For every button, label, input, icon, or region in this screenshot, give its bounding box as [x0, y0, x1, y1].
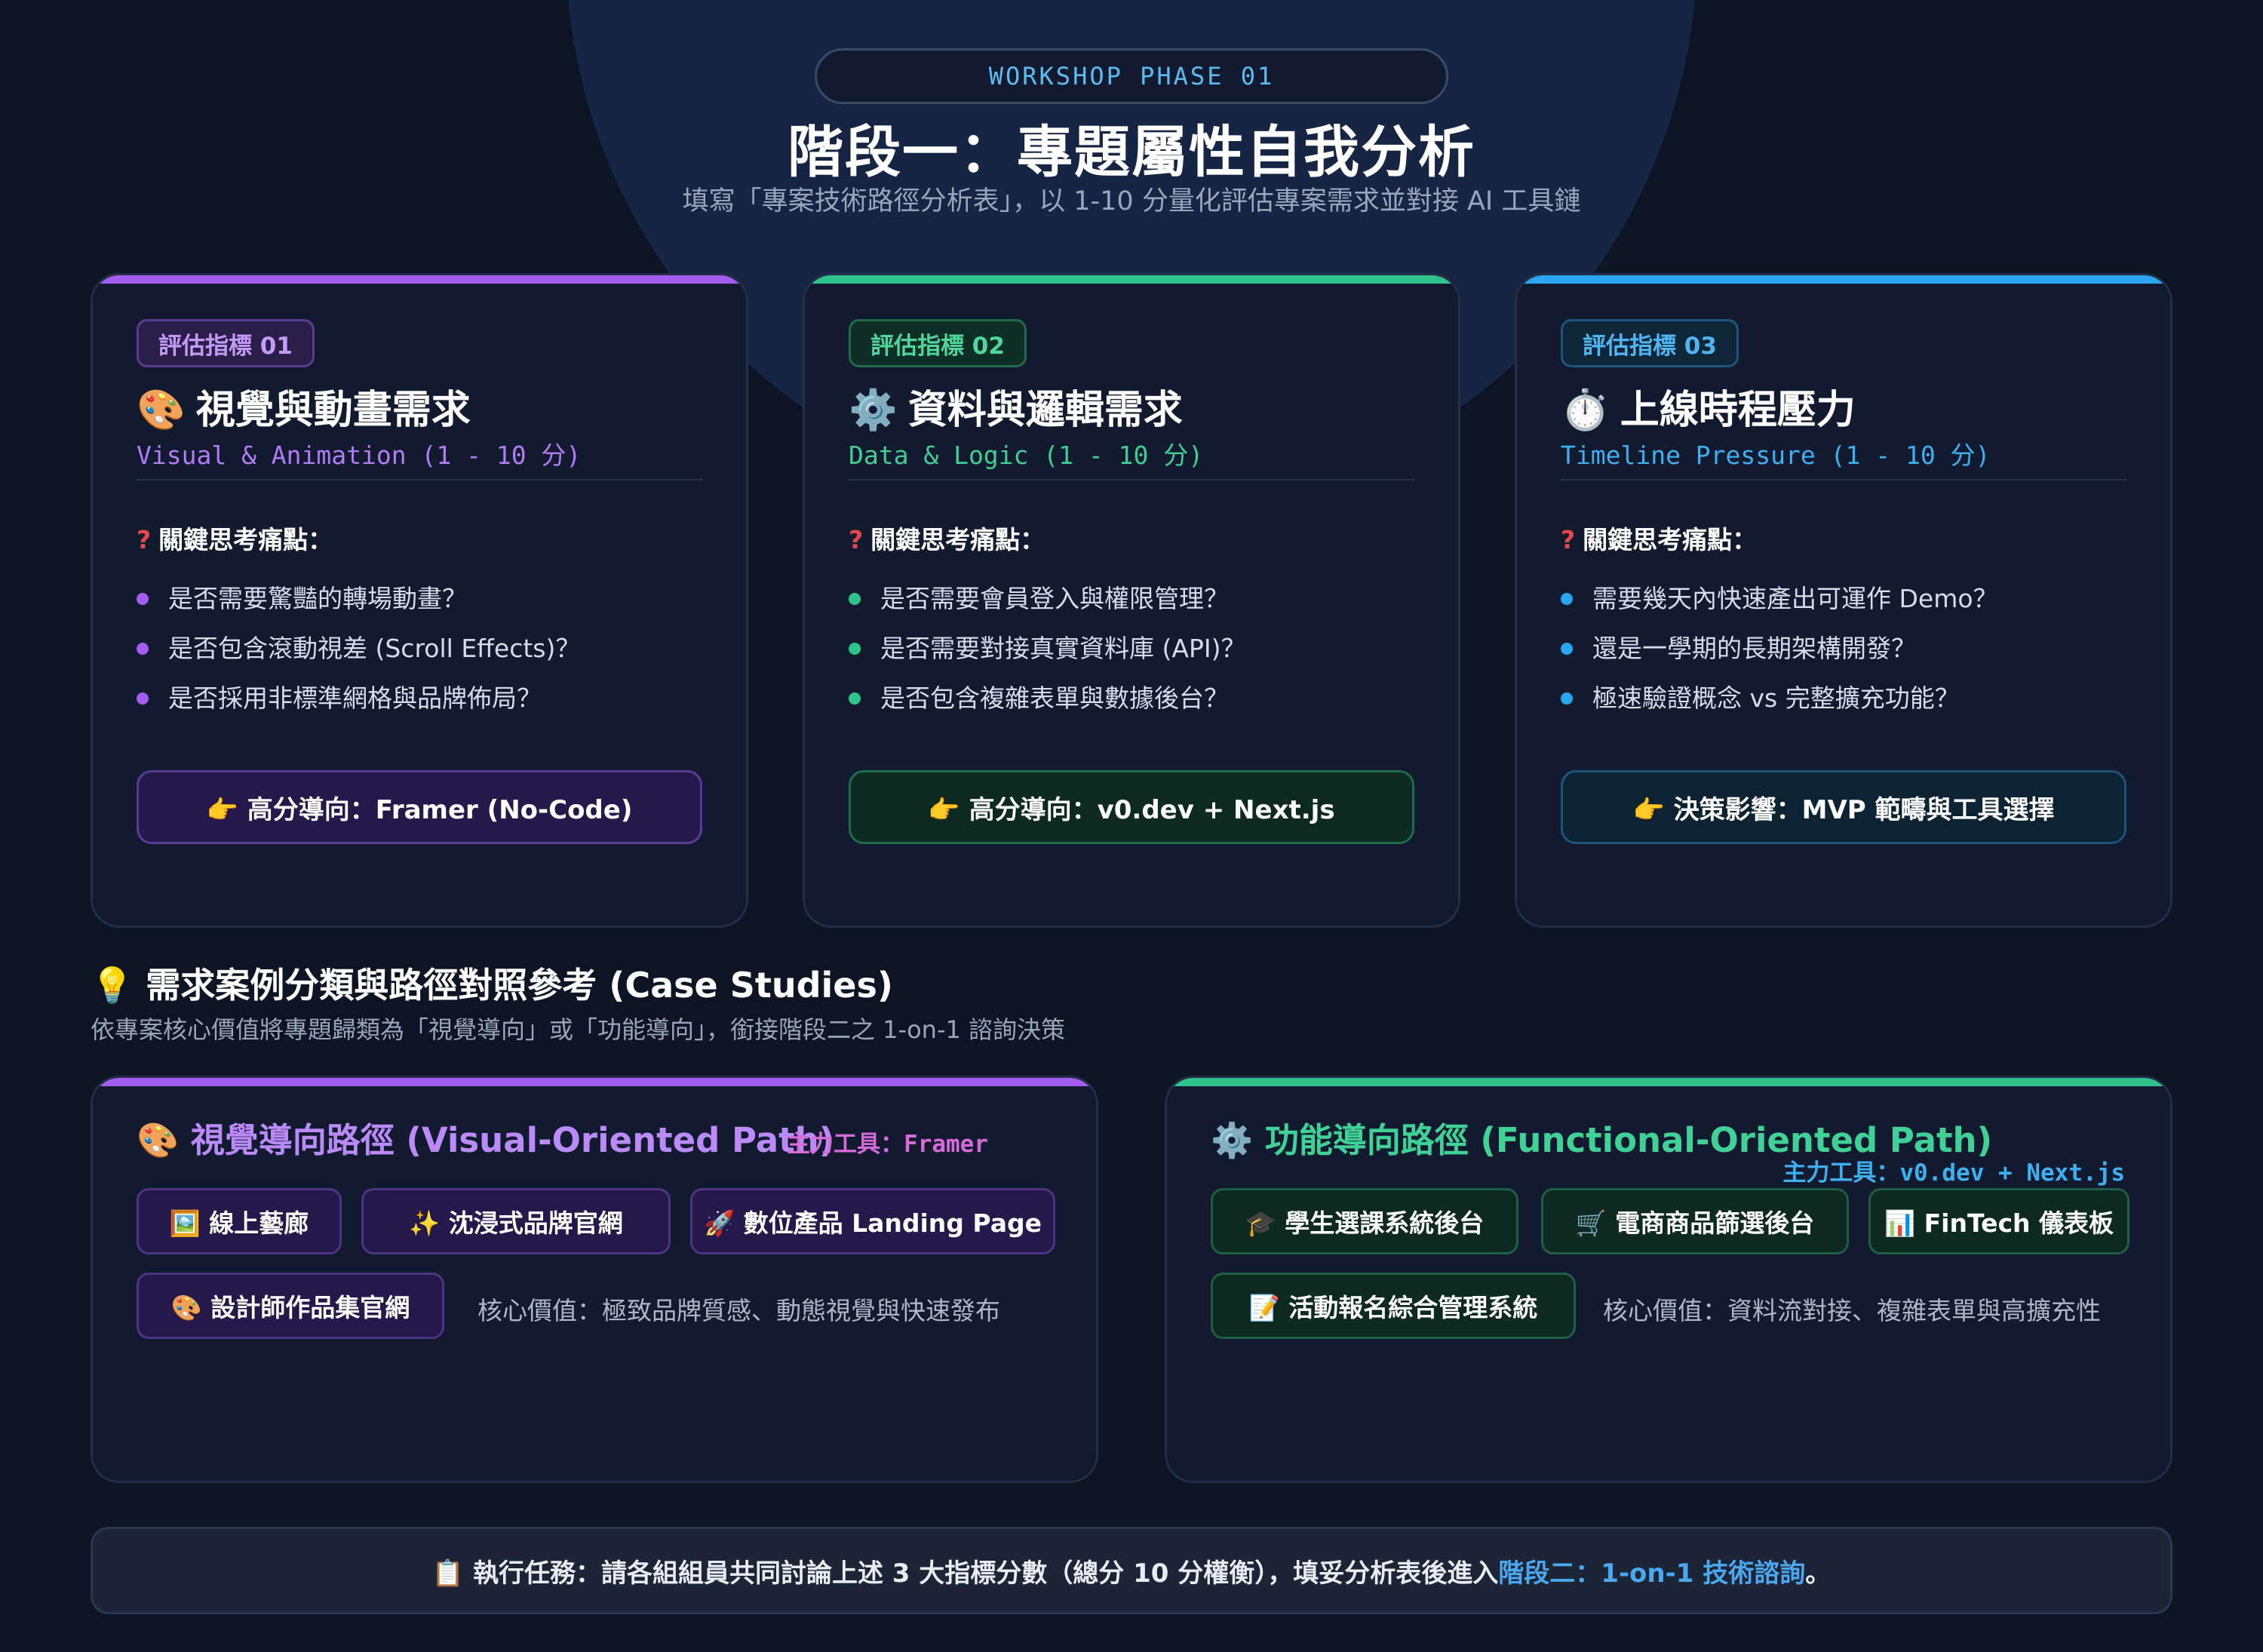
page-title: 階段一：專題屬性自我分析 [788, 120, 1475, 185]
card-accent-bar [805, 275, 1458, 284]
footer-text: 📋 執行任務：請各組組員共同討論上述 3 大指標分數（總分 10 分權衡），填妥… [431, 1558, 1499, 1589]
question-icon: ? [1561, 525, 1576, 554]
list-item: 是否需要對接真實資料庫 (API)？ [849, 624, 1245, 674]
task-footer: 📋 執行任務：請各組組員共同討論上述 3 大指標分數（總分 10 分權衡），填妥… [91, 1527, 2172, 1614]
pain-points-heading: ? 關鍵思考痛點： [1561, 525, 1758, 554]
card-accent-bar [1167, 1078, 2170, 1086]
recommendation-button[interactable]: 👉 決策影響：MVP 範疇與工具選擇 [1561, 770, 2126, 844]
pain-points-list: 需要幾天內快速產出可運作 Demo？ 還是一學期的長期架構開發？ 極速驗證概念 … [1561, 574, 1998, 723]
chip-brand-site[interactable]: ✨ 沈浸式品牌官網 [361, 1188, 671, 1254]
case-studies-title: 💡 需求案例分類與路徑對照參考 (Case Studies) [91, 965, 893, 1006]
metric-title: ⏱️ 上線時程壓力 [1561, 388, 1856, 433]
list-item: 需要幾天內快速產出可運作 Demo？ [1561, 574, 1998, 624]
metric-card-data: 評估指標 02 ⚙️ 資料與邏輯需求 Data & Logic (1 - 10 分… [803, 273, 1460, 928]
chip-ecommerce-filter[interactable]: 🛒 電商商品篩選後台 [1541, 1188, 1849, 1254]
question-icon: ? [849, 525, 864, 554]
bullet-dot [849, 643, 861, 655]
footer-end: 。 [1805, 1558, 1832, 1589]
metric-tag: 評估指標 01 [137, 319, 315, 367]
visual-path-title: 🎨 視覺導向路徑 (Visual-Oriented Path) [137, 1120, 835, 1160]
bullet-dot [849, 593, 861, 605]
list-item: 是否需要會員登入與權限管理？ [849, 574, 1245, 624]
pain-points-heading: ? 關鍵思考痛點： [137, 525, 333, 554]
chip-online-gallery[interactable]: 🖼️ 線上藝廊 [137, 1188, 342, 1254]
visual-core-value: 核心價值：極致品牌質感、動態視覺與快速發布 [477, 1296, 1000, 1325]
metric-tag: 評估指標 02 [849, 319, 1027, 367]
functional-path-tool: 主力工具：v0.dev + Next.js [1782, 1159, 2125, 1187]
metric-card-visual: 評估指標 01 🎨 視覺與動畫需求 Visual & Animation (1 -… [91, 273, 748, 928]
card-accent-bar [1517, 275, 2170, 284]
bullet-dot [849, 692, 861, 705]
recommendation-button[interactable]: 👉 高分導向：v0.dev + Next.js [849, 770, 1414, 844]
bullet-dot [137, 692, 149, 705]
palette-icon: 🎨 [137, 388, 186, 433]
pain-points-heading: ? 關鍵思考痛點： [849, 525, 1046, 554]
list-item: 極速驗證概念 vs 完整擴充功能？ [1561, 674, 1998, 723]
stopwatch-icon: ⏱️ [1561, 388, 1610, 433]
list-item: 還是一學期的長期架構開發？ [1561, 624, 1998, 674]
chip-event-management[interactable]: 📝 活動報名綜合管理系統 [1211, 1273, 1576, 1339]
phase-two-link[interactable]: 階段二：1-on-1 技術諮詢 [1498, 1552, 1805, 1589]
bullet-dot [137, 593, 149, 605]
visual-path-tool: 主力工具：Framer [787, 1131, 988, 1158]
bullet-dot [1561, 593, 1573, 605]
metric-subtitle: Visual & Animation (1 - 10 分) [137, 441, 582, 470]
metric-subtitle: Timeline Pressure (1 - 10 分) [1561, 441, 1991, 470]
chip-fintech-dashboard[interactable]: 📊 FinTech 儀表板 [1868, 1188, 2129, 1254]
divider [137, 479, 702, 481]
visual-path-card: 🎨 視覺導向路徑 (Visual-Oriented Path) 主力工具：Fra… [91, 1076, 1098, 1483]
case-studies-subtitle: 依專案核心價值將專題歸類為「視覺導向」或「功能導向」，銜接階段二之 1-on-1… [91, 1015, 1066, 1044]
bullet-dot [1561, 692, 1573, 705]
phase-badge: WORKSHOP PHASE 01 [815, 48, 1448, 104]
chip-landing-page[interactable]: 🚀 數位產品 Landing Page [690, 1188, 1055, 1254]
metric-subtitle: Data & Logic (1 - 10 分) [849, 441, 1204, 470]
list-item: 是否包含滾動視差 (Scroll Effects)？ [137, 624, 580, 674]
functional-path-card: ⚙️ 功能導向路徑 (Functional-Oriented Path) 主力工… [1165, 1076, 2172, 1483]
divider [1561, 479, 2126, 481]
pain-points-list: 是否需要驚豔的轉場動畫？ 是否包含滾動視差 (Scroll Effects)？ … [137, 574, 580, 723]
metric-title: ⚙️ 資料與邏輯需求 [849, 388, 1183, 433]
chip-course-system[interactable]: 🎓 學生選課系統後台 [1211, 1188, 1518, 1254]
functional-core-value: 核心價值：資料流對接、複雜表單與高擴充性 [1603, 1296, 2101, 1325]
card-accent-bar [93, 275, 746, 284]
pain-points-list: 是否需要會員登入與權限管理？ 是否需要對接真實資料庫 (API)？ 是否包含複雜… [849, 574, 1245, 723]
question-icon: ? [137, 525, 152, 554]
list-item: 是否採用非標準網格與品牌佈局？ [137, 674, 580, 723]
bullet-dot [1561, 643, 1573, 655]
list-item: 是否需要驚豔的轉場動畫？ [137, 574, 580, 624]
list-item: 是否包含複雜表單與數據後台？ [849, 674, 1245, 723]
divider [849, 479, 1414, 481]
page-subtitle: 填寫「專案技術路徑分析表」，以 1-10 分量化評估專案需求並對接 AI 工具鏈 [682, 186, 1581, 216]
recommendation-button[interactable]: 👉 高分導向：Framer (No-Code) [137, 770, 702, 844]
metric-card-timeline: 評估指標 03 ⏱️ 上線時程壓力 Timeline Pressure (1 - … [1515, 273, 2172, 928]
bullet-dot [137, 643, 149, 655]
card-accent-bar [93, 1078, 1096, 1086]
gear-icon: ⚙️ [849, 388, 898, 433]
chip-designer-portfolio[interactable]: 🎨 設計師作品集官網 [137, 1273, 444, 1339]
metric-tag: 評估指標 03 [1561, 319, 1739, 367]
metric-title: 🎨 視覺與動畫需求 [137, 388, 471, 433]
